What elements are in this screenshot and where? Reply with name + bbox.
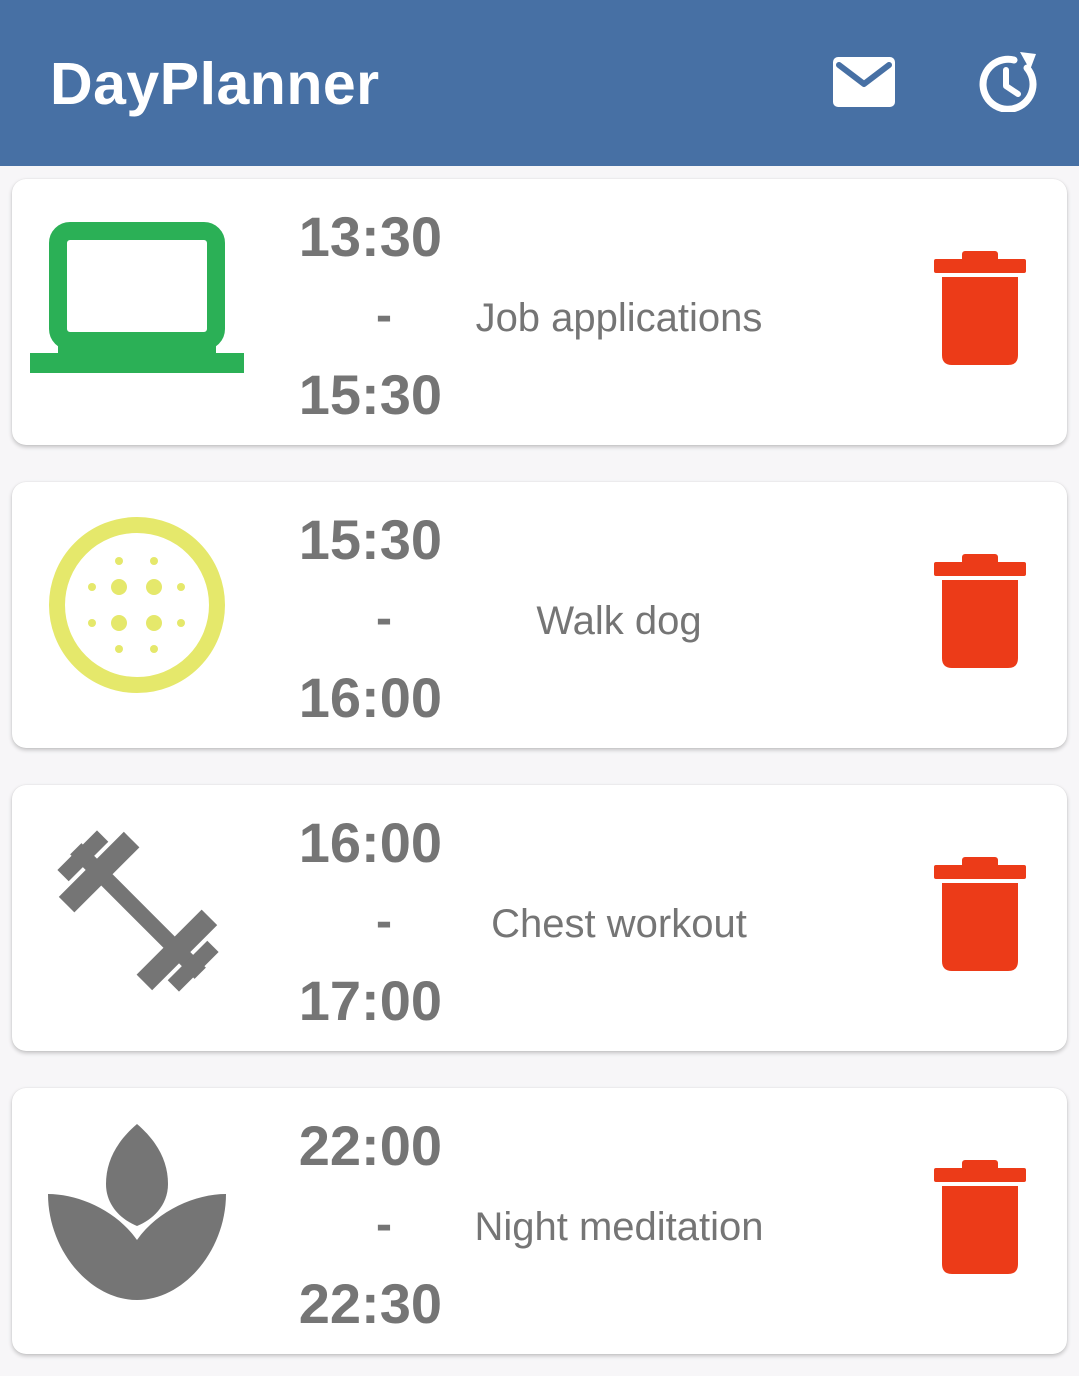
delete-button[interactable] (934, 857, 1026, 973)
trash-icon (934, 857, 1026, 971)
tennis-ball-icon (49, 517, 225, 693)
app-title: DayPlanner (50, 51, 380, 117)
end-time: 17:00 (298, 969, 442, 1032)
delete-button[interactable] (934, 554, 1026, 670)
start-time: 22:00 (298, 1114, 442, 1177)
task-title: Job applications (475, 296, 763, 340)
time-separator: - (376, 289, 392, 342)
laptop-icon (30, 222, 244, 373)
delete-button[interactable] (934, 251, 1026, 367)
trash-icon (934, 1160, 1026, 1274)
task-title: Chest workout (491, 902, 747, 946)
trash-icon (934, 251, 1026, 365)
trash-icon (934, 554, 1026, 668)
time-separator: - (376, 895, 392, 948)
task-card[interactable]: 15:30 - 16:00 Walk dog (12, 482, 1067, 748)
task-card[interactable]: 16:00 - 17:00 Chest workout (12, 785, 1067, 1051)
lotus-icon (48, 1124, 226, 1300)
task-card[interactable]: 13:30 - 15:30 Job applications (12, 179, 1067, 445)
end-time: 22:30 (298, 1272, 442, 1335)
mail-icon (833, 57, 895, 107)
task-card[interactable]: 22:00 - 22:30 Night meditation (12, 1088, 1067, 1354)
start-time: 13:30 (298, 205, 442, 268)
start-time: 15:30 (298, 508, 442, 571)
time-separator: - (376, 1198, 392, 1251)
start-time: 16:00 (298, 811, 442, 874)
history-icon (979, 52, 1037, 113)
end-time: 15:30 (298, 363, 442, 426)
dumbbell-icon (57, 830, 219, 992)
task-title: Night meditation (474, 1205, 764, 1249)
task-title: Walk dog (536, 599, 702, 643)
mail-button[interactable] (832, 56, 896, 108)
history-button[interactable] (974, 50, 1040, 113)
end-time: 16:00 (298, 666, 442, 729)
time-separator: - (376, 592, 392, 645)
app-bar: DayPlanner (0, 0, 1079, 166)
delete-button[interactable] (934, 1160, 1026, 1276)
